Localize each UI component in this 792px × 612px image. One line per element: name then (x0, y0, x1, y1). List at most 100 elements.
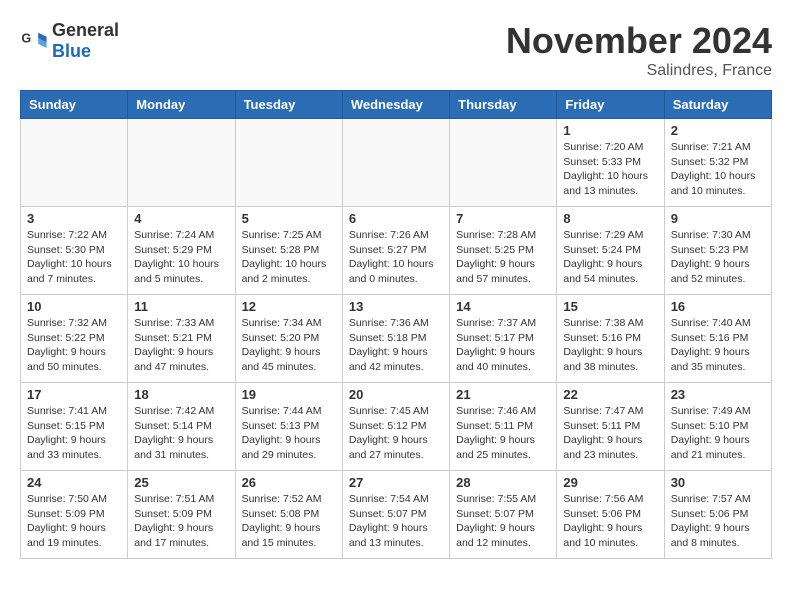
calendar-cell: 30 Sunrise: 7:57 AM Sunset: 5:06 PM Dayli… (664, 471, 771, 559)
calendar-cell: 1 Sunrise: 7:20 AM Sunset: 5:33 PM Daylig… (557, 119, 664, 207)
calendar-cell: 2 Sunrise: 7:21 AM Sunset: 5:32 PM Daylig… (664, 119, 771, 207)
weekday-header-friday: Friday (557, 91, 664, 119)
calendar-cell: 20Sunrise: 7:45 AM Sunset: 5:12 PM Dayli… (342, 383, 449, 471)
cell-content: Sunrise: 7:50 AM Sunset: 5:09 PM Dayligh… (27, 492, 121, 551)
day-number: 23 (671, 387, 765, 402)
month-title: November 2024 (506, 20, 772, 62)
cell-content: Sunrise: 7:36 AM Sunset: 5:18 PM Dayligh… (349, 316, 443, 375)
cell-content: Sunrise: 7:56 AM Sunset: 5:06 PM Dayligh… (563, 492, 657, 551)
svg-text:G: G (21, 31, 31, 45)
cell-content: Sunrise: 7:47 AM Sunset: 5:11 PM Dayligh… (563, 404, 657, 463)
day-number: 20 (349, 387, 443, 402)
calendar-cell: 24 Sunrise: 7:50 AM Sunset: 5:09 PM Dayli… (21, 471, 128, 559)
cell-content: Sunrise: 7:20 AM Sunset: 5:33 PM Dayligh… (563, 140, 657, 199)
calendar-cell (128, 119, 235, 207)
calendar-cell: 17 Sunrise: 7:41 AM Sunset: 5:15 PM Dayli… (21, 383, 128, 471)
calendar-week-3: 10 Sunrise: 7:32 AM Sunset: 5:22 PM Dayli… (21, 295, 772, 383)
day-number: 27 (349, 475, 443, 490)
calendar-cell: 8 Sunrise: 7:29 AM Sunset: 5:24 PM Daylig… (557, 207, 664, 295)
day-number: 6 (349, 211, 443, 226)
calendar-cell: 13Sunrise: 7:36 AM Sunset: 5:18 PM Dayli… (342, 295, 449, 383)
calendar-cell: 10 Sunrise: 7:32 AM Sunset: 5:22 PM Dayli… (21, 295, 128, 383)
cell-content: Sunrise: 7:55 AM Sunset: 5:07 PM Dayligh… (456, 492, 550, 551)
cell-content: Sunrise: 7:32 AM Sunset: 5:22 PM Dayligh… (27, 316, 121, 375)
day-number: 10 (27, 299, 121, 314)
day-number: 17 (27, 387, 121, 402)
day-number: 24 (27, 475, 121, 490)
weekday-header-monday: Monday (128, 91, 235, 119)
day-number: 22 (563, 387, 657, 402)
day-number: 29 (563, 475, 657, 490)
day-number: 8 (563, 211, 657, 226)
cell-content: Sunrise: 7:51 AM Sunset: 5:09 PM Dayligh… (134, 492, 228, 551)
cell-content: Sunrise: 7:52 AM Sunset: 5:08 PM Dayligh… (242, 492, 336, 551)
title-area: November 2024 Salindres, France (506, 20, 772, 80)
calendar-cell: 7 Sunrise: 7:28 AM Sunset: 5:25 PM Daylig… (450, 207, 557, 295)
calendar-cell: 9Sunrise: 7:30 AM Sunset: 5:23 PM Daylig… (664, 207, 771, 295)
calendar-cell: 23 Sunrise: 7:49 AM Sunset: 5:10 PM Dayli… (664, 383, 771, 471)
calendar-week-2: 3 Sunrise: 7:22 AM Sunset: 5:30 PM Daylig… (21, 207, 772, 295)
calendar-cell: 19 Sunrise: 7:44 AM Sunset: 5:13 PM Dayli… (235, 383, 342, 471)
day-number: 25 (134, 475, 228, 490)
day-number: 15 (563, 299, 657, 314)
cell-content: Sunrise: 7:41 AM Sunset: 5:15 PM Dayligh… (27, 404, 121, 463)
cell-content: Sunrise: 7:28 AM Sunset: 5:25 PM Dayligh… (456, 228, 550, 287)
weekday-header-row: SundayMondayTuesdayWednesdayThursdayFrid… (21, 91, 772, 119)
day-number: 21 (456, 387, 550, 402)
cell-content: Sunrise: 7:40 AM Sunset: 5:16 PM Dayligh… (671, 316, 765, 375)
cell-content: Sunrise: 7:26 AM Sunset: 5:27 PM Dayligh… (349, 228, 443, 287)
cell-content: Sunrise: 7:33 AM Sunset: 5:21 PM Dayligh… (134, 316, 228, 375)
location: Salindres, France (506, 62, 772, 80)
calendar-cell (21, 119, 128, 207)
calendar-cell: 26 Sunrise: 7:52 AM Sunset: 5:08 PM Dayli… (235, 471, 342, 559)
calendar-week-5: 24 Sunrise: 7:50 AM Sunset: 5:09 PM Dayli… (21, 471, 772, 559)
day-number: 4 (134, 211, 228, 226)
calendar-cell: 14Sunrise: 7:37 AM Sunset: 5:17 PM Dayli… (450, 295, 557, 383)
logo-text: General Blue (52, 20, 119, 62)
weekday-header-tuesday: Tuesday (235, 91, 342, 119)
calendar-cell (235, 119, 342, 207)
calendar-cell (342, 119, 449, 207)
calendar-cell: 5Sunrise: 7:25 AM Sunset: 5:28 PM Daylig… (235, 207, 342, 295)
day-number: 26 (242, 475, 336, 490)
calendar-cell: 15 Sunrise: 7:38 AM Sunset: 5:16 PM Dayli… (557, 295, 664, 383)
cell-content: Sunrise: 7:49 AM Sunset: 5:10 PM Dayligh… (671, 404, 765, 463)
cell-content: Sunrise: 7:21 AM Sunset: 5:32 PM Dayligh… (671, 140, 765, 199)
cell-content: Sunrise: 7:22 AM Sunset: 5:30 PM Dayligh… (27, 228, 121, 287)
cell-content: Sunrise: 7:37 AM Sunset: 5:17 PM Dayligh… (456, 316, 550, 375)
day-number: 2 (671, 123, 765, 138)
calendar-cell: 29 Sunrise: 7:56 AM Sunset: 5:06 PM Dayli… (557, 471, 664, 559)
cell-content: Sunrise: 7:57 AM Sunset: 5:06 PM Dayligh… (671, 492, 765, 551)
day-number: 1 (563, 123, 657, 138)
calendar-cell: 27Sunrise: 7:54 AM Sunset: 5:07 PM Dayli… (342, 471, 449, 559)
day-number: 7 (456, 211, 550, 226)
weekday-header-thursday: Thursday (450, 91, 557, 119)
calendar-cell (450, 119, 557, 207)
calendar-week-1: 1 Sunrise: 7:20 AM Sunset: 5:33 PM Daylig… (21, 119, 772, 207)
calendar-cell: 11Sunrise: 7:33 AM Sunset: 5:21 PM Dayli… (128, 295, 235, 383)
cell-content: Sunrise: 7:24 AM Sunset: 5:29 PM Dayligh… (134, 228, 228, 287)
calendar-cell: 16Sunrise: 7:40 AM Sunset: 5:16 PM Dayli… (664, 295, 771, 383)
header: G General Blue November 2024 Salindres, … (20, 20, 772, 80)
day-number: 3 (27, 211, 121, 226)
calendar-cell: 4 Sunrise: 7:24 AM Sunset: 5:29 PM Daylig… (128, 207, 235, 295)
cell-content: Sunrise: 7:44 AM Sunset: 5:13 PM Dayligh… (242, 404, 336, 463)
calendar-cell: 3 Sunrise: 7:22 AM Sunset: 5:30 PM Daylig… (21, 207, 128, 295)
calendar-cell: 25 Sunrise: 7:51 AM Sunset: 5:09 PM Dayli… (128, 471, 235, 559)
day-number: 18 (134, 387, 228, 402)
calendar-cell: 21Sunrise: 7:46 AM Sunset: 5:11 PM Dayli… (450, 383, 557, 471)
cell-content: Sunrise: 7:38 AM Sunset: 5:16 PM Dayligh… (563, 316, 657, 375)
day-number: 30 (671, 475, 765, 490)
calendar-cell: 28Sunrise: 7:55 AM Sunset: 5:07 PM Dayli… (450, 471, 557, 559)
calendar-cell: 6 Sunrise: 7:26 AM Sunset: 5:27 PM Daylig… (342, 207, 449, 295)
logo-icon: G (20, 27, 48, 55)
calendar-week-4: 17 Sunrise: 7:41 AM Sunset: 5:15 PM Dayli… (21, 383, 772, 471)
calendar-cell: 18Sunrise: 7:42 AM Sunset: 5:14 PM Dayli… (128, 383, 235, 471)
cell-content: Sunrise: 7:29 AM Sunset: 5:24 PM Dayligh… (563, 228, 657, 287)
calendar: SundayMondayTuesdayWednesdayThursdayFrid… (20, 90, 772, 559)
day-number: 5 (242, 211, 336, 226)
day-number: 9 (671, 211, 765, 226)
cell-content: Sunrise: 7:34 AM Sunset: 5:20 PM Dayligh… (242, 316, 336, 375)
weekday-header-saturday: Saturday (664, 91, 771, 119)
day-number: 19 (242, 387, 336, 402)
